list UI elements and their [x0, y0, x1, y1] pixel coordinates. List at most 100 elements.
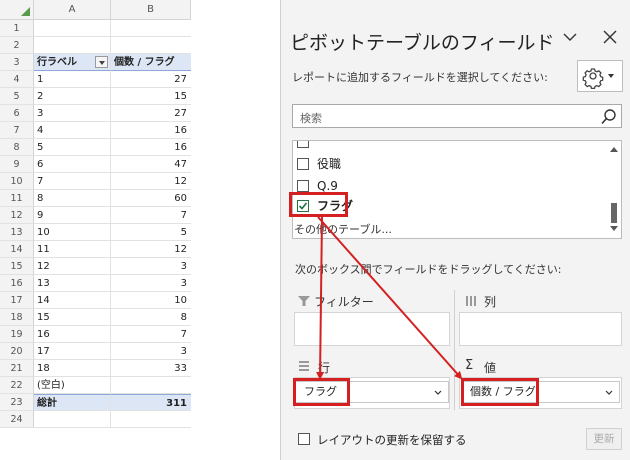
- row-number[interactable]: 6: [0, 105, 34, 122]
- pivot-row-value[interactable]: 15: [111, 88, 191, 105]
- field-checkbox-flag[interactable]: [297, 200, 309, 212]
- pivot-value-header[interactable]: 個数 / フラグ: [111, 54, 191, 71]
- pivot-row-label-header[interactable]: 行ラベル: [34, 54, 111, 71]
- pivot-row-value[interactable]: 47: [111, 156, 191, 173]
- row-number[interactable]: 4: [0, 71, 34, 88]
- row-number[interactable]: 2: [0, 37, 34, 54]
- pivot-row-value[interactable]: 12: [111, 173, 191, 190]
- row-number[interactable]: 14: [0, 241, 34, 258]
- row-number[interactable]: 12: [0, 207, 34, 224]
- pivot-row-label[interactable]: 12: [34, 258, 111, 275]
- pivot-row-value[interactable]: 10: [111, 292, 191, 309]
- pivot-row-value[interactable]: 12: [111, 241, 191, 258]
- pivot-row-label[interactable]: 3: [34, 105, 111, 122]
- pivot-row-label[interactable]: 7: [34, 173, 111, 190]
- pivot-row-value[interactable]: 3: [111, 258, 191, 275]
- defer-layout-checkbox[interactable]: [298, 433, 310, 445]
- pivot-row-value[interactable]: 27: [111, 105, 191, 122]
- pivot-row-label[interactable]: 1: [34, 71, 111, 88]
- empty-cell[interactable]: [111, 20, 191, 37]
- pivot-row-label[interactable]: 14: [34, 292, 111, 309]
- empty-cell[interactable]: [34, 20, 111, 37]
- pivot-row-label[interactable]: 11: [34, 241, 111, 258]
- more-tables-link[interactable]: その他のテーブル...: [294, 221, 392, 237]
- row-number[interactable]: 18: [0, 309, 34, 326]
- pivot-row-label[interactable]: 13: [34, 275, 111, 292]
- pivot-row-value[interactable]: 33: [111, 360, 191, 377]
- pivot-row-label[interactable]: (空白): [34, 377, 111, 394]
- row-label-filter-dropdown-icon[interactable]: [95, 56, 108, 68]
- row-number[interactable]: 17: [0, 292, 34, 309]
- pivot-row-label[interactable]: 16: [34, 326, 111, 343]
- pivot-row-value[interactable]: 8: [111, 309, 191, 326]
- filter-area-label: フィルター: [314, 295, 374, 309]
- pivot-row-label[interactable]: 15: [34, 309, 111, 326]
- row-number[interactable]: 21: [0, 360, 34, 377]
- column-header-b[interactable]: B: [111, 0, 191, 20]
- pivot-row-value[interactable]: 27: [111, 71, 191, 88]
- pivot-total-label[interactable]: 総計: [34, 394, 111, 411]
- tools-button[interactable]: [577, 60, 623, 92]
- row-number[interactable]: 16: [0, 275, 34, 292]
- close-icon[interactable]: [603, 30, 617, 44]
- pivot-row-label[interactable]: 10: [34, 224, 111, 241]
- rows-area-label: 行: [318, 361, 331, 375]
- field-checkbox[interactable]: [297, 141, 309, 148]
- pivot-row-label[interactable]: 2: [34, 88, 111, 105]
- field-checkbox-q9[interactable]: [297, 180, 309, 192]
- pivot-row-label[interactable]: 9: [34, 207, 111, 224]
- pivot-row-value[interactable]: 3: [111, 343, 191, 360]
- pivot-row-label[interactable]: 5: [34, 139, 111, 156]
- row-number[interactable]: 11: [0, 190, 34, 207]
- pivot-row-label[interactable]: 4: [34, 122, 111, 139]
- update-button[interactable]: 更新: [586, 428, 622, 450]
- pivot-row-label[interactable]: 18: [34, 360, 111, 377]
- row-number[interactable]: 3: [0, 54, 34, 71]
- row-number[interactable]: 1: [0, 20, 34, 37]
- pivot-row-value[interactable]: 16: [111, 139, 191, 156]
- columns-area-box[interactable]: [459, 312, 622, 346]
- empty-cell[interactable]: [34, 411, 111, 428]
- rows-field-chip[interactable]: フラグ: [295, 381, 449, 403]
- row-number[interactable]: 23: [0, 394, 34, 411]
- field-search-input[interactable]: 検索: [292, 104, 622, 128]
- pivot-total-value[interactable]: 311: [111, 394, 191, 411]
- pivot-row-value[interactable]: 7: [111, 326, 191, 343]
- scroll-down-icon: [610, 226, 618, 231]
- chevron-down-icon[interactable]: [605, 390, 613, 395]
- row-number[interactable]: 22: [0, 377, 34, 394]
- field-checkbox-yakushoku[interactable]: [297, 158, 309, 170]
- empty-cell[interactable]: [111, 411, 191, 428]
- empty-cell[interactable]: [34, 37, 111, 54]
- values-field-chip[interactable]: 個数 / フラグ: [461, 381, 620, 403]
- pivot-row-value[interactable]: 7: [111, 207, 191, 224]
- search-icon[interactable]: [600, 108, 618, 126]
- row-number[interactable]: 10: [0, 173, 34, 190]
- sheet-row: 13 10 5: [0, 224, 196, 241]
- pivot-row-value[interactable]: 3: [111, 275, 191, 292]
- pivot-row-value[interactable]: 5: [111, 224, 191, 241]
- row-number[interactable]: 5: [0, 88, 34, 105]
- pivot-row-label[interactable]: 17: [34, 343, 111, 360]
- column-header-a[interactable]: A: [34, 0, 111, 20]
- pivot-row-label[interactable]: 6: [34, 156, 111, 173]
- row-number[interactable]: 24: [0, 411, 34, 428]
- sigma-icon: Σ: [465, 358, 474, 373]
- empty-cell[interactable]: [111, 37, 191, 54]
- select-all-corner[interactable]: [0, 0, 34, 20]
- pivot-row-label[interactable]: 8: [34, 190, 111, 207]
- field-list-scrollbar[interactable]: [607, 141, 621, 238]
- pivot-row-value[interactable]: [111, 377, 191, 394]
- pivot-row-value[interactable]: 60: [111, 190, 191, 207]
- row-number[interactable]: 15: [0, 258, 34, 275]
- chevron-down-icon[interactable]: [434, 390, 442, 395]
- chevron-down-icon[interactable]: [562, 29, 578, 45]
- pivot-row-value[interactable]: 16: [111, 122, 191, 139]
- row-number[interactable]: 13: [0, 224, 34, 241]
- filter-area-box[interactable]: [294, 312, 450, 346]
- row-number[interactable]: 20: [0, 343, 34, 360]
- row-number[interactable]: 7: [0, 122, 34, 139]
- row-number[interactable]: 9: [0, 156, 34, 173]
- row-number[interactable]: 19: [0, 326, 34, 343]
- row-number[interactable]: 8: [0, 139, 34, 156]
